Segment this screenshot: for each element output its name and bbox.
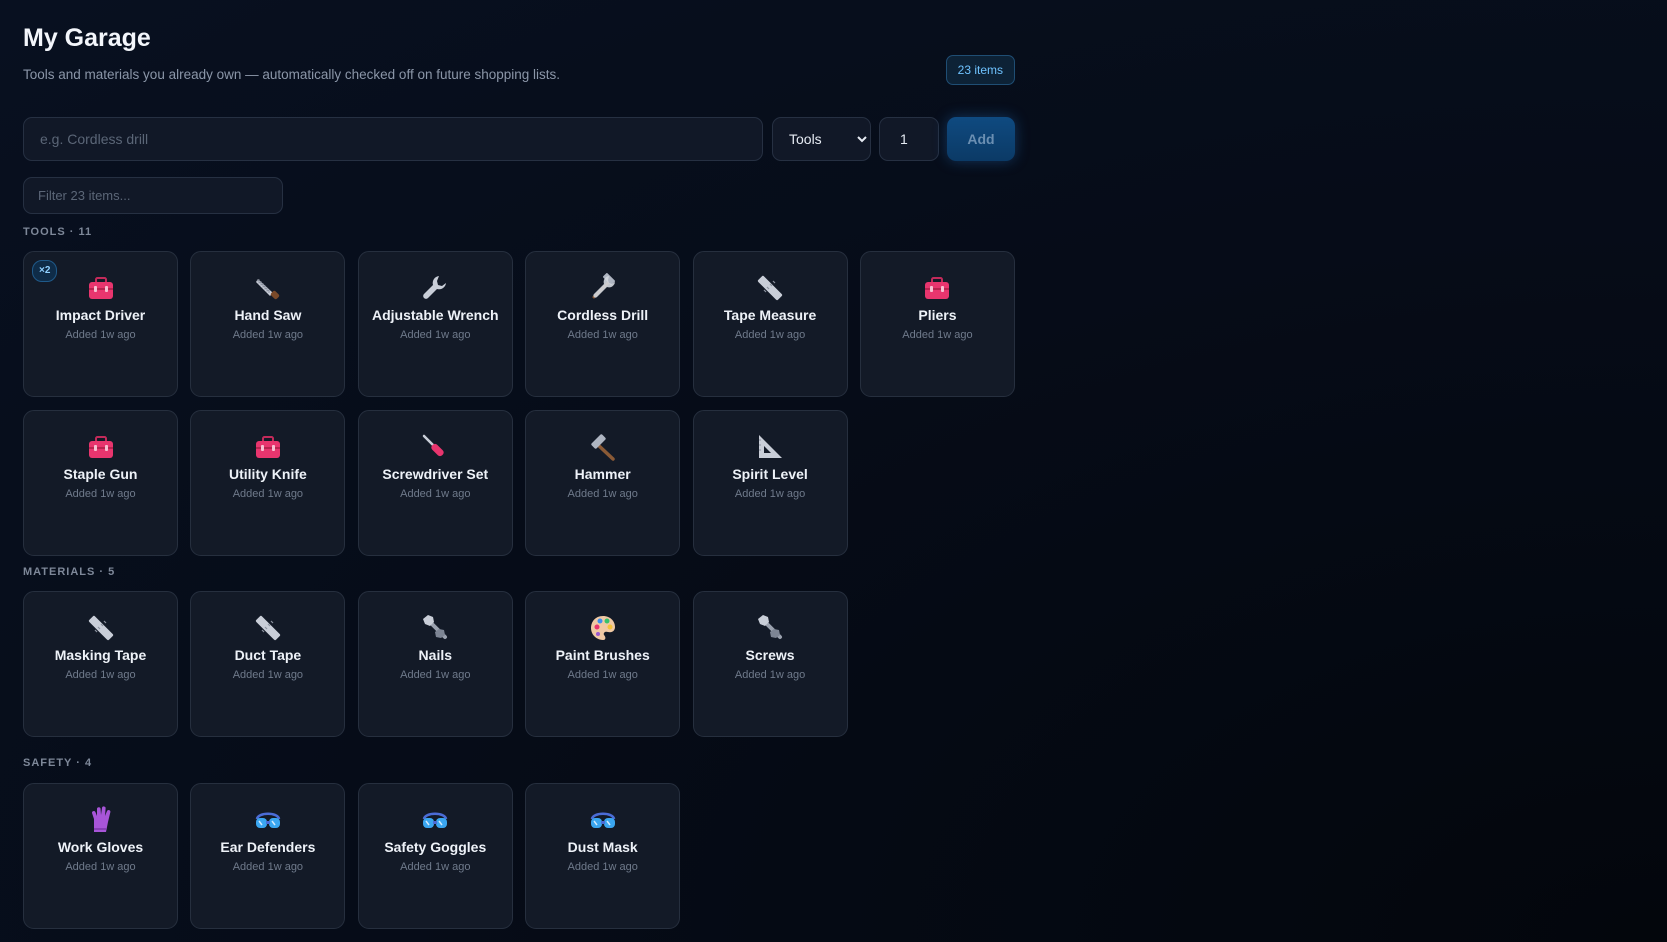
item-name: Dust Mask bbox=[567, 839, 638, 855]
palette-icon bbox=[588, 613, 618, 643]
item-card[interactable]: Screws Added 1w ago bbox=[692, 591, 848, 737]
item-name: Pliers bbox=[918, 307, 957, 323]
item-card[interactable]: Pliers Added 1w ago bbox=[859, 251, 1015, 397]
ruler-icon bbox=[755, 273, 785, 303]
section-label: SAFETY · 4 bbox=[23, 757, 93, 769]
item-card[interactable]: Work Gloves Added 1w ago bbox=[23, 783, 178, 929]
item-added-time: Added 1w ago bbox=[400, 669, 471, 681]
toolbox-icon bbox=[253, 432, 283, 462]
item-added-time: Added 1w ago bbox=[567, 861, 638, 873]
ruler-icon bbox=[86, 613, 116, 643]
hammer-icon bbox=[588, 432, 618, 462]
item-card[interactable]: Nails Added 1w ago bbox=[357, 591, 513, 737]
item-card[interactable]: Hammer Added 1w ago bbox=[525, 410, 681, 556]
item-added-time: Added 1w ago bbox=[65, 488, 136, 500]
item-name: Paint Brushes bbox=[555, 647, 650, 663]
item-name: Utility Knife bbox=[229, 466, 307, 482]
item-card[interactable]: Spirit Level Added 1w ago bbox=[692, 410, 848, 556]
page-title: My Garage bbox=[23, 24, 151, 52]
item-name: Cordless Drill bbox=[557, 307, 649, 323]
section-grid: Work Gloves Added 1w ago Ear Defenders Adde… bbox=[23, 783, 1015, 929]
section-grid: Masking Tape Added 1w ago Duct Tape Added 1… bbox=[23, 591, 1015, 737]
item-card[interactable]: Cordless Drill Added 1w ago bbox=[525, 251, 681, 397]
screwdriver-icon bbox=[420, 432, 450, 462]
item-card[interactable]: Adjustable Wrench Added 1w ago bbox=[357, 251, 513, 397]
item-name: Safety Goggles bbox=[384, 839, 487, 855]
item-name: Spirit Level bbox=[732, 466, 808, 482]
item-name: Masking Tape bbox=[54, 647, 147, 663]
saw-icon bbox=[253, 273, 283, 303]
section-label: MATERIALS · 5 bbox=[23, 566, 116, 578]
toolbox-icon bbox=[86, 432, 116, 462]
item-name: Impact Driver bbox=[55, 307, 146, 323]
item-added-time: Added 1w ago bbox=[567, 669, 638, 681]
item-added-time: Added 1w ago bbox=[400, 861, 471, 873]
item-card[interactable]: Dust Mask Added 1w ago bbox=[525, 783, 681, 929]
section-grid: ×2 Impact Driver Added 1w ago Hand Saw Added… bbox=[23, 251, 1015, 556]
item-name: Screws bbox=[745, 647, 795, 663]
quantity-badge: ×2 bbox=[32, 260, 58, 282]
item-added-time: Added 1w ago bbox=[400, 488, 471, 500]
item-card[interactable]: Masking Tape Added 1w ago bbox=[23, 591, 178, 737]
item-name: Hand Saw bbox=[234, 307, 302, 323]
item-card[interactable]: Hand Saw Added 1w ago bbox=[190, 251, 346, 397]
item-added-time: Added 1w ago bbox=[65, 329, 136, 341]
garage-page: My Garage Tools and materials you alread… bbox=[23, 0, 1015, 929]
item-name: Staple Gun bbox=[63, 466, 138, 482]
goggles-icon bbox=[253, 805, 283, 835]
item-card[interactable]: Ear Defenders Added 1w ago bbox=[190, 783, 346, 929]
item-added-time: Added 1w ago bbox=[400, 329, 471, 341]
nut-and-bolt-icon bbox=[755, 613, 785, 643]
item-added-time: Added 1w ago bbox=[232, 861, 304, 873]
goggles-icon bbox=[588, 805, 618, 835]
gloves-icon bbox=[86, 805, 116, 835]
item-name-input[interactable] bbox=[23, 117, 763, 161]
item-name: Adjustable Wrench bbox=[372, 307, 499, 323]
quantity-input[interactable] bbox=[879, 117, 939, 161]
item-name: Hammer bbox=[574, 466, 631, 482]
toolbox-icon bbox=[922, 273, 952, 303]
item-name: Nails bbox=[418, 647, 453, 663]
section-label: TOOLS · 11 bbox=[23, 226, 93, 238]
item-added-time: Added 1w ago bbox=[232, 488, 304, 500]
item-added-time: Added 1w ago bbox=[567, 488, 638, 500]
filter-input[interactable] bbox=[23, 177, 283, 214]
item-name: Work Gloves bbox=[57, 839, 144, 855]
toolbox-icon bbox=[86, 273, 116, 303]
item-added-time: Added 1w ago bbox=[734, 488, 806, 500]
item-card[interactable]: ×2 Impact Driver Added 1w ago bbox=[23, 251, 178, 397]
triangular-ruler-icon bbox=[755, 432, 785, 462]
item-added-time: Added 1w ago bbox=[65, 669, 136, 681]
page-subtitle: Tools and materials you already own — au… bbox=[23, 67, 561, 82]
add-item-form: Tools Add bbox=[23, 117, 1015, 161]
item-name: Tape Measure bbox=[723, 307, 817, 323]
item-name: Ear Defenders bbox=[220, 839, 316, 855]
item-count-badge: 23 items bbox=[945, 55, 1015, 85]
item-added-time: Added 1w ago bbox=[232, 669, 304, 681]
item-card[interactable]: Safety Goggles Added 1w ago bbox=[357, 783, 513, 929]
item-added-time: Added 1w ago bbox=[734, 329, 806, 341]
goggles-icon bbox=[420, 805, 450, 835]
item-card[interactable]: Duct Tape Added 1w ago bbox=[190, 591, 346, 737]
item-name: Screwdriver Set bbox=[382, 466, 489, 482]
add-button[interactable]: Add bbox=[947, 117, 1015, 161]
item-added-time: Added 1w ago bbox=[902, 329, 973, 341]
hammer-and-wrench-icon bbox=[588, 273, 618, 303]
item-added-time: Added 1w ago bbox=[65, 861, 136, 873]
item-card[interactable]: Utility Knife Added 1w ago bbox=[190, 410, 346, 556]
item-card[interactable]: Screwdriver Set Added 1w ago bbox=[357, 410, 513, 556]
item-added-time: Added 1w ago bbox=[734, 669, 806, 681]
page-header: My Garage Tools and materials you alread… bbox=[23, 0, 1015, 108]
ruler-icon bbox=[253, 613, 283, 643]
item-added-time: Added 1w ago bbox=[567, 329, 638, 341]
category-select[interactable]: Tools bbox=[772, 117, 871, 161]
wrench-icon bbox=[420, 273, 450, 303]
item-name: Duct Tape bbox=[234, 647, 302, 663]
item-card[interactable]: Paint Brushes Added 1w ago bbox=[525, 591, 681, 737]
item-added-time: Added 1w ago bbox=[232, 329, 304, 341]
item-card[interactable]: Staple Gun Added 1w ago bbox=[23, 410, 178, 556]
item-card[interactable]: Tape Measure Added 1w ago bbox=[692, 251, 848, 397]
nut-and-bolt-icon bbox=[420, 613, 450, 643]
